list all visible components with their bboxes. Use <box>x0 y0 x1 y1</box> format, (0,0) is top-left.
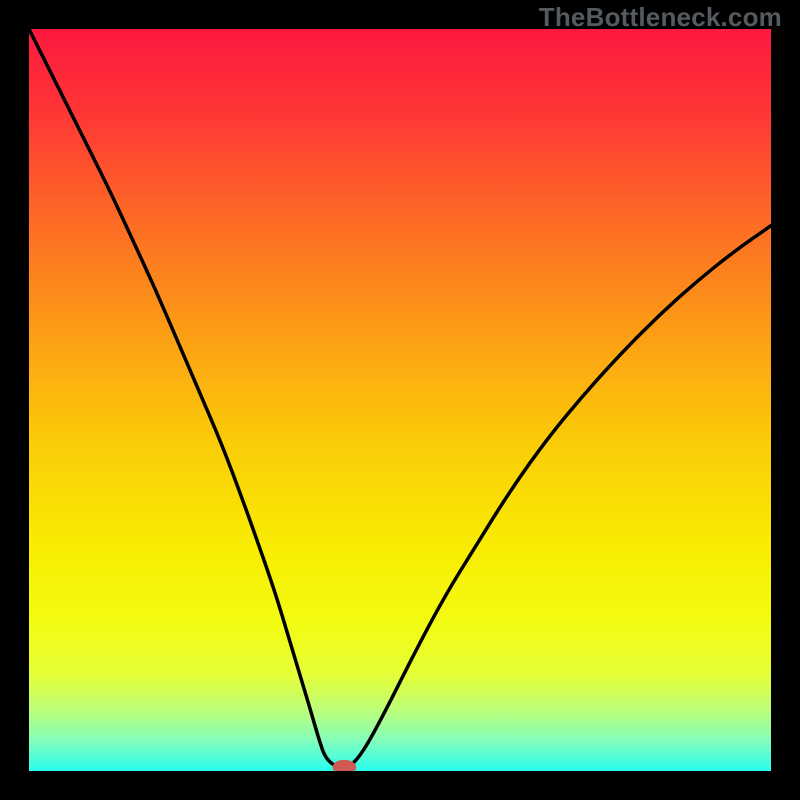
plot-svg <box>29 29 771 771</box>
watermark-text: TheBottleneck.com <box>539 2 782 33</box>
plot-area <box>29 29 771 771</box>
chart-frame: TheBottleneck.com <box>0 0 800 800</box>
gradient-background <box>29 29 771 771</box>
